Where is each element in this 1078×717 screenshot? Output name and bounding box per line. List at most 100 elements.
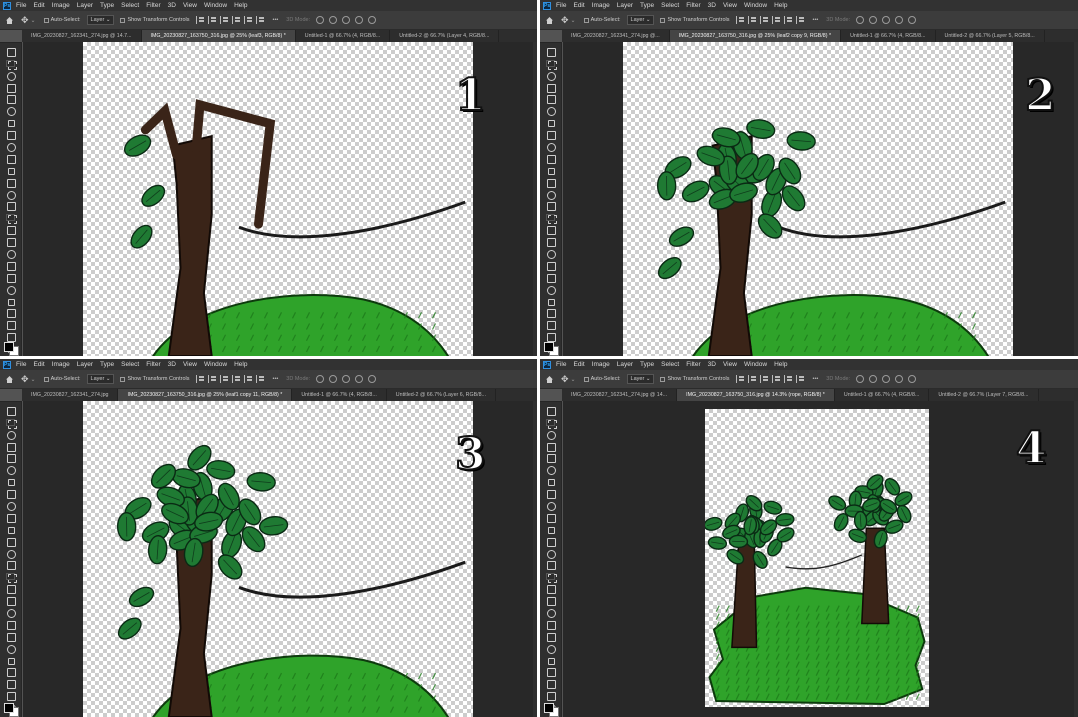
transform-checkbox[interactable] [120,376,126,382]
tool-icon[interactable] [546,657,555,665]
tool-icon[interactable] [6,418,17,429]
tool-icon[interactable] [6,597,16,607]
menu-item-window[interactable]: Window [744,2,767,9]
chevron-down-icon[interactable]: ⌄ [31,376,36,383]
document-tab[interactable]: IMG_20230827_162341_274.jpg @ 14... [562,389,678,401]
tool-icon[interactable] [546,680,556,690]
layer-select[interactable]: Layer ⌄ [626,374,655,384]
tool-icon[interactable] [546,573,557,584]
tool-icon[interactable] [546,502,556,512]
menu-item-edit[interactable]: Edit [573,2,584,9]
menu-item-3d[interactable]: 3D [708,361,716,368]
tool-icon[interactable] [546,167,555,175]
tool-icon[interactable] [6,47,16,57]
menu-item-filter[interactable]: Filter [146,2,160,9]
tool-icon[interactable] [6,526,15,534]
menu-item-image[interactable]: Image [52,2,70,9]
tool-icon[interactable] [6,285,16,295]
3d-orbit-icon[interactable] [355,16,364,24]
foreground-color-swatch[interactable] [4,703,14,713]
3d-orbit-icon[interactable] [342,375,351,383]
align-icon[interactable] [783,375,793,383]
align-icon[interactable] [243,16,253,24]
tool-icon[interactable] [6,83,16,93]
tool-icon[interactable] [6,261,16,271]
3d-orbit-icon[interactable] [895,375,904,383]
menu-item-image[interactable]: Image [592,361,610,368]
tool-icon[interactable] [6,95,16,105]
3d-orbit-icon[interactable] [908,375,917,383]
align-icon[interactable] [783,16,793,24]
home-icon[interactable] [545,16,554,25]
menu-item-file[interactable]: File [556,361,566,368]
tool-icon[interactable] [6,190,16,200]
menu-item-view[interactable]: View [183,361,197,368]
more-options-icon[interactable]: ••• [273,17,279,23]
document-tab[interactable]: Untitled-2 @ 66.7% (Layer 5, RGB/8... [936,30,1045,42]
tool-icon[interactable] [546,250,556,260]
auto-select-checkbox[interactable] [43,376,49,382]
align-icon[interactable] [771,16,781,24]
tool-icon[interactable] [6,549,16,559]
more-options-icon[interactable]: ••• [813,376,819,382]
3d-orbit-icon[interactable] [882,375,891,383]
3d-orbit-icon[interactable] [908,16,917,24]
menu-item-help[interactable]: Help [774,361,787,368]
align-icon[interactable] [747,375,757,383]
tool-icon[interactable] [546,59,557,70]
menu-item-select[interactable]: Select [661,2,679,9]
tool-icon[interactable] [6,442,16,452]
menu-item-filter[interactable]: Filter [686,361,700,368]
tool-icon[interactable] [546,309,556,319]
align-icon[interactable] [795,375,805,383]
align-icon[interactable] [231,16,241,24]
tool-icon[interactable] [546,226,556,236]
3d-orbit-icon[interactable] [869,375,878,383]
3d-orbit-icon[interactable] [882,16,891,24]
menu-item-layer[interactable]: Layer [77,361,93,368]
tool-icon[interactable] [6,668,16,678]
document-tab[interactable]: IMG_20230827_163750_316.jpg @ 25% (leaf2… [669,30,842,42]
menu-item-edit[interactable]: Edit [33,361,44,368]
align-icon[interactable] [195,16,205,24]
menu-item-edit[interactable]: Edit [33,2,44,9]
document-tab[interactable]: IMG_20230827_163750_316.jpg @ 25% (leaf1… [118,389,293,401]
tool-icon[interactable] [6,513,16,523]
tool-icon[interactable] [546,285,556,295]
menu-item-type[interactable]: Type [100,361,114,368]
transform-checkbox[interactable] [660,17,666,23]
tool-icon[interactable] [6,309,16,319]
menu-item-filter[interactable]: Filter [686,2,700,9]
menu-item-3d[interactable]: 3D [168,361,176,368]
tool-icon[interactable] [6,680,16,690]
tool-icon[interactable] [546,478,555,487]
tool-icon[interactable] [546,119,555,128]
tool-icon[interactable] [546,442,556,452]
chevron-down-icon[interactable]: ⌄ [571,376,576,383]
tool-icon[interactable] [546,154,556,164]
tool-icon[interactable] [6,466,16,476]
menu-item-window[interactable]: Window [204,361,227,368]
tool-icon[interactable] [6,585,16,595]
tool-icon[interactable] [546,298,555,306]
tool-icon[interactable] [546,668,556,678]
tool-icon[interactable] [6,430,16,440]
vertical-scrollbar[interactable] [1074,42,1078,356]
home-icon[interactable] [545,375,554,384]
menu-item-3d[interactable]: 3D [168,2,176,9]
move-tool-icon[interactable]: ✥ [561,15,569,26]
menu-item-select[interactable]: Select [661,361,679,368]
menu-item-type[interactable]: Type [640,361,654,368]
layer-select[interactable]: Layer ⌄ [86,374,115,384]
tool-icon[interactable] [546,620,556,630]
document-canvas[interactable] [623,42,1013,356]
align-icon[interactable] [195,375,205,383]
tool-icon[interactable] [546,95,556,105]
menu-item-layer[interactable]: Layer [617,2,633,9]
3d-orbit-icon[interactable] [368,16,377,24]
tool-icon[interactable] [6,238,16,248]
transform-checkbox[interactable] [120,17,126,23]
3d-orbit-icon[interactable] [316,375,325,383]
more-options-icon[interactable]: ••• [813,17,819,23]
menu-item-window[interactable]: Window [204,2,227,9]
